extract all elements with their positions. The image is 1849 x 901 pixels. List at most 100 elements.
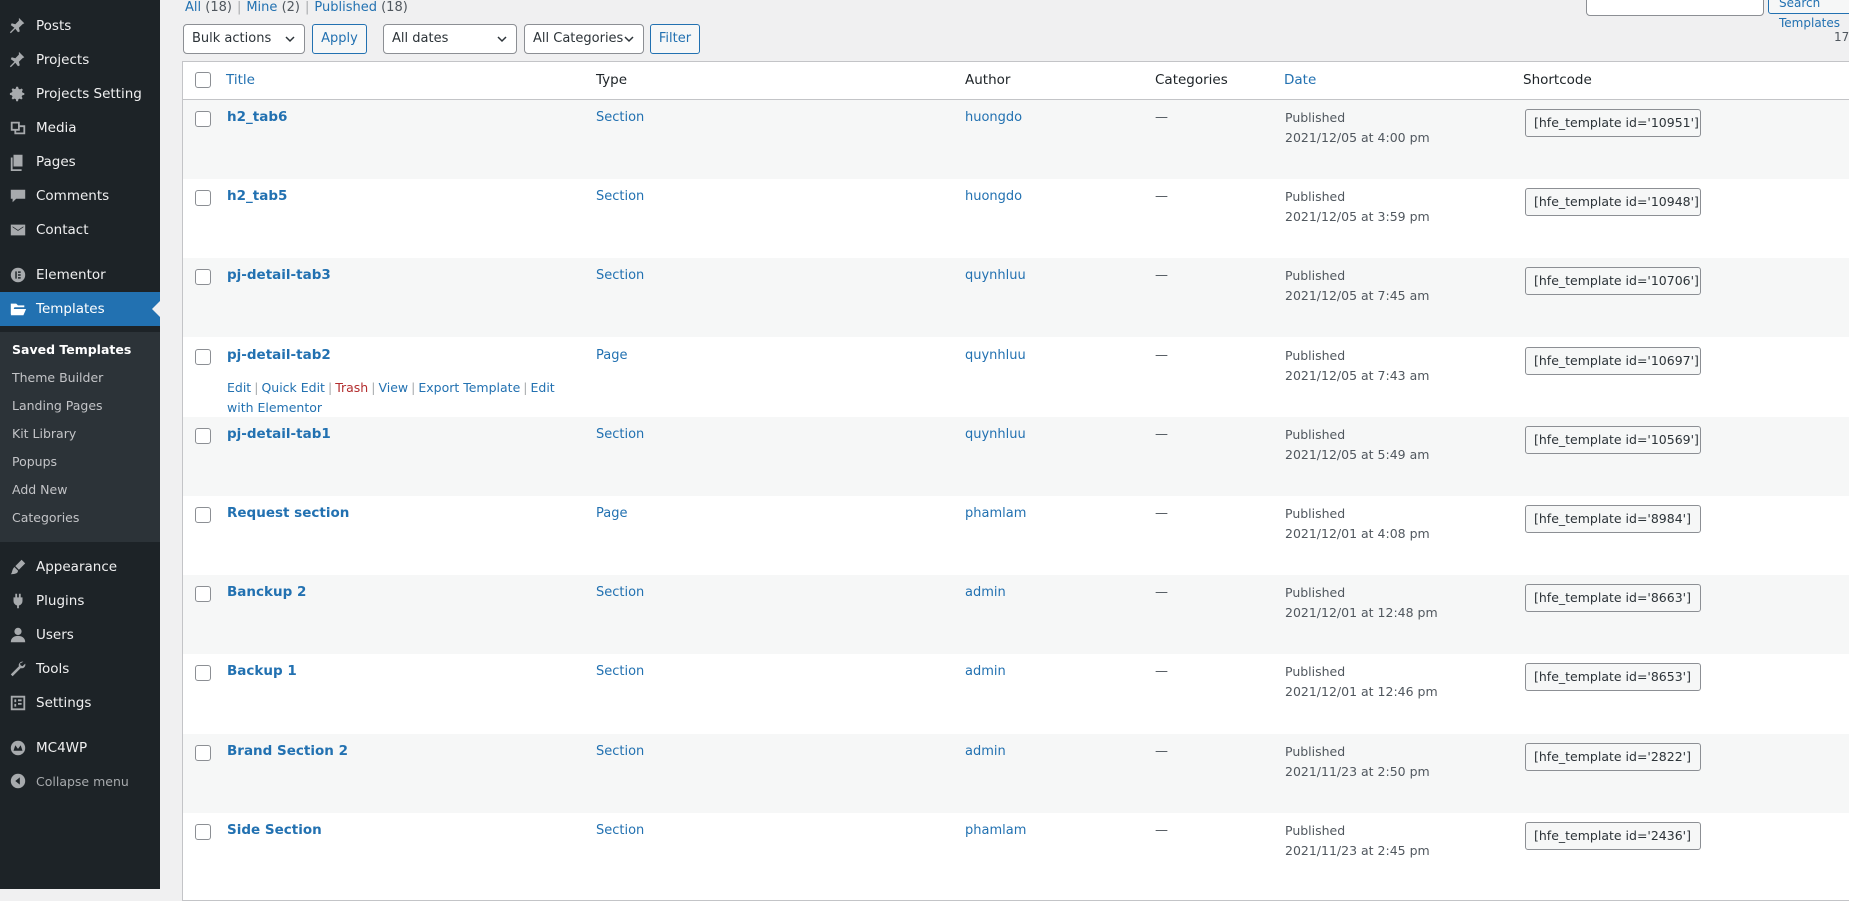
sidebar-item-templates[interactable]: Templates — [0, 292, 160, 326]
sidebar-item-collapse-menu[interactable]: Collapse menu — [0, 764, 160, 798]
view-mine-link[interactable]: Mine (2) — [246, 0, 300, 15]
template-title-link[interactable]: pj-detail-tab3 — [227, 267, 331, 283]
search-input[interactable] — [1586, 0, 1764, 16]
template-title-link[interactable]: h2_tab5 — [227, 188, 287, 204]
apply-button[interactable]: Apply — [312, 24, 367, 54]
shortcode-field[interactable]: [hfe_template id='10569'] — [1525, 425, 1701, 454]
row-checkbox[interactable] — [195, 744, 211, 761]
template-type-link[interactable]: Page — [596, 506, 627, 521]
shortcode-field[interactable]: [hfe_template id='10951'] — [1525, 109, 1701, 137]
settings-icon — [8, 693, 28, 713]
sidebar-item-projects-setting[interactable]: Projects Setting — [0, 77, 160, 111]
submenu-item-add-new[interactable]: Add New — [12, 482, 67, 497]
row-checkbox[interactable] — [195, 111, 211, 127]
sidebar-item-comments[interactable]: Comments — [0, 179, 160, 213]
template-type-link[interactable]: Section — [596, 585, 644, 600]
template-author-link[interactable]: admin — [965, 664, 1006, 679]
shortcode-field[interactable]: [hfe_template id='10697'] — [1525, 346, 1701, 375]
row-action-quick-edit[interactable]: Quick Edit — [261, 380, 325, 395]
row-checkbox[interactable] — [195, 269, 211, 286]
sidebar-item-mc4wp[interactable]: MC4WP — [0, 731, 160, 765]
sidebar-item-plugins[interactable]: Plugins — [0, 584, 160, 618]
template-title-link[interactable]: Brand Section 2 — [227, 743, 348, 759]
row-checkbox[interactable] — [195, 823, 211, 840]
template-date: 2021/12/01 at 12:46 pm — [1285, 684, 1438, 700]
row-action-edit[interactable]: Edit — [227, 380, 251, 395]
column-title[interactable]: Title — [226, 72, 255, 88]
sidebar-item-contact[interactable]: Contact — [0, 213, 160, 247]
sidebar-item-settings[interactable]: Settings — [0, 686, 160, 720]
row-checkbox[interactable] — [195, 190, 211, 207]
shortcode-field[interactable]: [hfe_template id='8653'] — [1525, 663, 1701, 692]
template-type-link[interactable]: Section — [596, 189, 644, 204]
row-action-export-template[interactable]: Export Template — [418, 380, 520, 395]
row-checkbox[interactable] — [195, 427, 211, 444]
template-type-link[interactable]: Section — [596, 268, 644, 283]
template-author-link[interactable]: admin — [965, 585, 1006, 600]
template-type-link[interactable]: Section — [596, 744, 644, 759]
template-title-link[interactable]: Side Section — [227, 822, 322, 838]
shortcode-field[interactable]: [hfe_template id='2822'] — [1525, 742, 1701, 771]
row-action-trash[interactable]: Trash — [335, 380, 368, 395]
view-published-link[interactable]: Published (18) — [314, 0, 407, 15]
template-status: Published — [1285, 189, 1346, 205]
row-checkbox[interactable] — [195, 665, 211, 682]
sidebar-item-posts[interactable]: Posts — [0, 9, 160, 43]
template-author-link[interactable]: phamlam — [965, 823, 1026, 838]
template-type-link[interactable]: Section — [596, 427, 644, 442]
template-author-link[interactable]: quynhluu — [965, 427, 1026, 442]
shortcode-field[interactable]: [hfe_template id='10706'] — [1525, 267, 1701, 296]
column-categories: Categories — [1155, 72, 1228, 88]
row-checkbox[interactable] — [195, 507, 211, 523]
column-date[interactable]: Date — [1284, 72, 1316, 88]
submenu-item-popups[interactable]: Popups — [12, 454, 57, 469]
search-templates-button[interactable]: Search Templates — [1768, 0, 1849, 30]
bulk-actions-select[interactable]: Bulk actions — [183, 24, 305, 54]
submenu-item-landing-pages[interactable]: Landing Pages — [12, 398, 103, 413]
template-author-link[interactable]: quynhluu — [965, 268, 1026, 283]
dates-select[interactable]: All dates — [383, 24, 517, 54]
template-author-link[interactable]: quynhluu — [965, 348, 1026, 363]
template-title-link[interactable]: pj-detail-tab1 — [227, 426, 331, 442]
template-title-link[interactable]: Backup 1 — [227, 663, 297, 679]
sidebar-item-label: MC4WP — [36, 740, 88, 756]
select-all-checkbox[interactable] — [195, 72, 211, 88]
template-title-link[interactable]: Request section — [227, 505, 349, 521]
template-author-link[interactable]: huongdo — [965, 110, 1022, 125]
template-type-link[interactable]: Section — [596, 823, 644, 838]
template-title-link[interactable]: h2_tab6 — [227, 109, 287, 125]
sidebar-item-elementor[interactable]: Elementor — [0, 258, 160, 292]
sidebar-item-label: Appearance — [36, 559, 118, 575]
shortcode-field[interactable]: [hfe_template id='10948'] — [1525, 188, 1701, 217]
template-author-link[interactable]: huongdo — [965, 189, 1022, 204]
filter-button[interactable]: Filter — [650, 24, 700, 54]
submenu-item-theme-builder[interactable]: Theme Builder — [12, 370, 103, 385]
template-type-link[interactable]: Section — [596, 664, 644, 679]
shortcode-field[interactable]: [hfe_template id='8984'] — [1525, 505, 1701, 533]
shortcode-field[interactable]: [hfe_template id='8663'] — [1525, 584, 1701, 613]
table-row: pj-detail-tab3 Section quynhluu — Published 2… — [183, 258, 1849, 338]
view-all-link[interactable]: All (18) — [185, 0, 232, 15]
template-type-link[interactable]: Section — [596, 110, 644, 125]
submenu-item-categories[interactable]: Categories — [12, 510, 79, 525]
template-type-link[interactable]: Page — [596, 348, 627, 363]
row-checkbox[interactable] — [195, 586, 211, 603]
submenu-item-kit-library[interactable]: Kit Library — [12, 426, 76, 441]
sidebar-item-users[interactable]: Users — [0, 618, 160, 652]
shortcode-field[interactable]: [hfe_template id='2436'] — [1525, 821, 1701, 850]
sidebar-item-appearance[interactable]: Appearance — [0, 550, 160, 584]
template-author-link[interactable]: admin — [965, 744, 1006, 759]
submenu-item-saved-templates[interactable]: Saved Templates — [12, 342, 131, 357]
sidebar-item-projects[interactable]: Projects — [0, 43, 160, 77]
sidebar-item-tools[interactable]: Tools — [0, 652, 160, 686]
view-all-count: (18) — [205, 0, 232, 15]
template-status: Published — [1285, 110, 1346, 125]
row-action-view[interactable]: View — [378, 380, 408, 395]
sidebar-item-media[interactable]: Media — [0, 111, 160, 145]
template-title-link[interactable]: pj-detail-tab2 — [227, 347, 331, 363]
row-checkbox[interactable] — [195, 348, 211, 365]
template-author-link[interactable]: phamlam — [965, 506, 1026, 521]
template-title-link[interactable]: Banckup 2 — [227, 584, 306, 600]
sidebar-item-pages[interactable]: Pages — [0, 145, 160, 179]
categories-select[interactable]: All Categories — [524, 24, 644, 54]
